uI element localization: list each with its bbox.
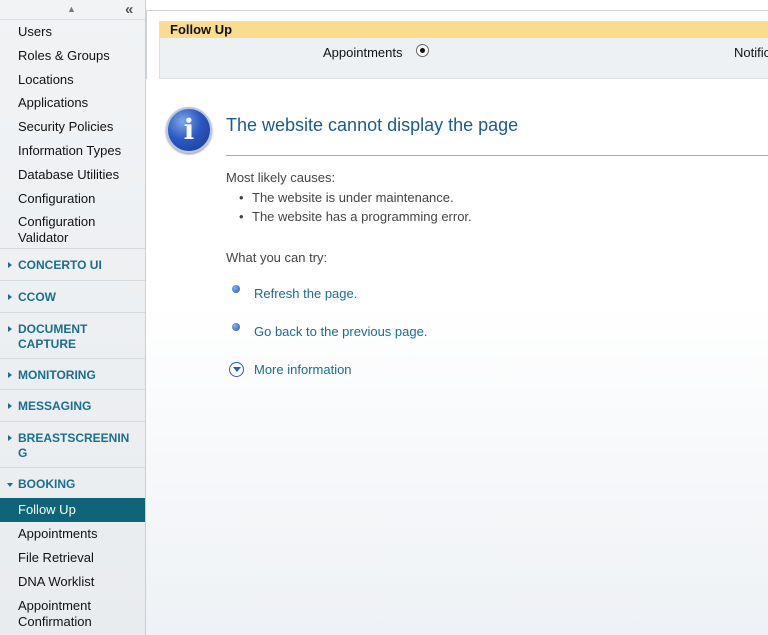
sidebar-item-locations[interactable]: Locations	[0, 68, 145, 92]
expand-arrow-icon	[8, 434, 12, 441]
sidebar-item-applications[interactable]: Applications	[0, 91, 145, 115]
sidebar-item-appointments[interactable]: Appointments	[0, 522, 145, 546]
expand-circle-icon[interactable]	[229, 362, 244, 377]
sidebar-item-file-retrieval[interactable]: File Retrieval	[0, 546, 145, 570]
section-label-line1: DOCUMENT	[18, 321, 88, 336]
bullet-dot-icon	[232, 323, 240, 331]
sidebar-section-ccow[interactable]: CCOW	[0, 279, 145, 312]
sidebar-item-label-line1: Appointment	[18, 597, 91, 613]
panel-title: Follow Up	[160, 22, 768, 38]
section-label-line1: BREASTSCREENIN	[18, 430, 130, 445]
error-page: i The website cannot display the page Mo…	[146, 79, 768, 635]
sidebar-item-label-line2: Validator	[18, 230, 69, 246]
expand-arrow-icon	[8, 325, 12, 332]
more-information-link[interactable]: More information	[254, 362, 352, 377]
sidebar-section-breastscreening[interactable]: BREASTSCREENIN G	[0, 420, 145, 467]
error-title: The website cannot display the page	[226, 115, 519, 135]
sidebar: ▲ « Users Roles & Groups Locations Appli…	[0, 0, 146, 635]
causes-heading: Most likely causes:	[226, 170, 336, 185]
sidebar-item-configuration-validator[interactable]: Configuration Validator	[0, 210, 145, 248]
sidebar-section-messaging[interactable]: MESSAGING	[0, 389, 145, 421]
sidebar-item-label-line2: Confirmation	[18, 613, 92, 629]
section-label-line2: CAPTURE	[18, 336, 77, 351]
appointments-radio[interactable]	[416, 44, 429, 57]
panel-options-row: Appointments Notific	[160, 38, 768, 68]
appointments-option-label: Appointments	[323, 45, 403, 60]
sidebar-section-document-capture[interactable]: DOCUMENT CAPTURE	[0, 311, 145, 358]
sidebar-toolbar: ▲ «	[0, 0, 145, 20]
info-icon: i	[166, 107, 212, 153]
section-label: CONCERTO UI	[18, 258, 102, 273]
section-label: CCOW	[18, 289, 56, 304]
cause-item: The website is under maintenance.	[239, 190, 454, 205]
sidebar-item-roles-groups[interactable]: Roles & Groups	[0, 44, 145, 68]
divider	[226, 155, 768, 156]
go-back-link[interactable]: Go back to the previous page.	[254, 324, 427, 339]
notifications-option-label: Notific	[734, 45, 768, 60]
sidebar-item-information-types[interactable]: Information Types	[0, 139, 145, 163]
section-label-line2: G	[18, 445, 28, 460]
collapse-sidebar-icon[interactable]: «	[125, 1, 133, 18]
sidebar-section-monitoring[interactable]: MONITORING	[0, 357, 145, 390]
sidebar-section-booking[interactable]: BOOKING	[0, 466, 145, 499]
main-content: Follow Up Appointments Notific i The web…	[146, 0, 768, 635]
expand-arrow-icon	[8, 403, 12, 410]
expand-arrow-icon	[8, 293, 12, 300]
collapse-arrow-icon	[7, 482, 13, 487]
expand-arrow-icon	[8, 371, 12, 378]
sidebar-section-concerto-ui[interactable]: CONCERTO UI	[0, 248, 145, 280]
sidebar-item-configuration[interactable]: Configuration	[0, 187, 145, 211]
try-heading: What you can try:	[226, 250, 328, 265]
sidebar-item-follow-up[interactable]: Follow Up	[0, 498, 145, 523]
section-label: MESSAGING	[18, 399, 92, 414]
sidebar-item-security-policies[interactable]: Security Policies	[0, 115, 145, 139]
bullet-dot-icon	[232, 285, 240, 293]
cause-item: The website has a programming error.	[239, 209, 472, 224]
follow-up-panel: Follow Up Appointments Notific	[159, 21, 768, 79]
sidebar-item-database-utilities[interactable]: Database Utilities	[0, 163, 145, 187]
sidebar-item-label-line1: Configuration	[18, 214, 96, 230]
section-label: MONITORING	[18, 367, 96, 382]
section-label: BOOKING	[18, 476, 76, 491]
sidebar-item-users[interactable]: Users	[0, 20, 145, 44]
sidebar-item-dna-worklist[interactable]: DNA Worklist	[0, 570, 145, 594]
refresh-page-link[interactable]: Refresh the page.	[254, 286, 357, 301]
sidebar-item-appointment-confirmation[interactable]: Appointment Confirmation	[0, 594, 145, 632]
scroll-up-icon[interactable]: ▲	[67, 4, 76, 14]
expand-arrow-icon	[8, 262, 12, 269]
